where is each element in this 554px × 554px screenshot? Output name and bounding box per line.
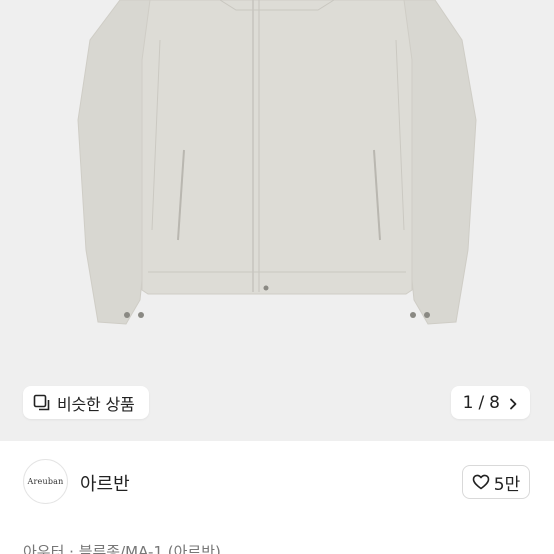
like-button[interactable]: 5만 [462, 465, 530, 499]
category-breadcrumb[interactable]: 아우터 · 블루종/MA-1 (아르반) [23, 541, 221, 554]
shop-row: Areuban 아르반 5만 [0, 441, 554, 525]
chevron-right-icon [506, 396, 520, 410]
similar-items-button[interactable]: 비슷한 상품 [23, 386, 149, 419]
pager-current: 1 [462, 392, 474, 413]
shop-avatar[interactable]: Areuban [23, 459, 68, 504]
product-image-area[interactable]: 비슷한 상품 1 / 8 [0, 0, 554, 441]
shop-name[interactable]: 아르반 [80, 470, 130, 496]
pager-separator: / [478, 392, 485, 413]
pager-total: 8 [489, 392, 500, 413]
image-pager-count: 1 / 8 [463, 393, 500, 413]
similar-items-icon [33, 394, 51, 412]
product-image [77, 0, 477, 325]
similar-items-label: 비슷한 상품 [57, 394, 135, 414]
image-pager[interactable]: 1 / 8 [450, 386, 530, 419]
shop-avatar-text: Areuban [27, 477, 64, 486]
heart-outline-icon [472, 473, 490, 491]
like-count: 5만 [493, 474, 521, 495]
